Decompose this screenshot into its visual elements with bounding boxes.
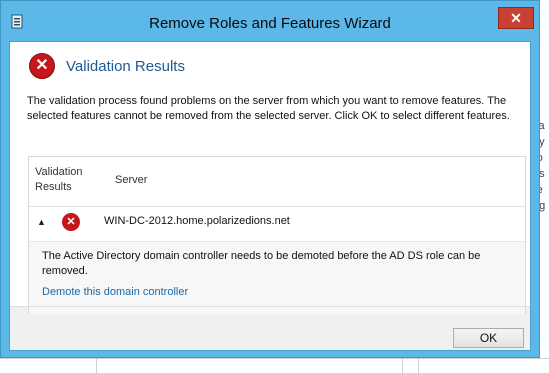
column-header-server[interactable]: Server <box>115 173 147 188</box>
validation-results-table: Validation Results Server ▲ ✕ WIN-DC-201… <box>28 156 526 314</box>
chevron-up-icon[interactable]: ▲ <box>37 217 46 227</box>
close-button[interactable]: ✕ <box>498 7 534 29</box>
ok-button[interactable]: OK <box>453 328 524 348</box>
background-window-bottom <box>0 358 549 373</box>
window-title: Remove Roles and Features Wizard <box>149 15 391 32</box>
close-icon: ✕ <box>510 10 522 26</box>
background-column-divider <box>402 359 403 373</box>
result-detail-panel: The Active Directory domain controller n… <box>29 241 525 314</box>
demote-domain-controller-link[interactable]: Demote this domain controller <box>42 286 188 298</box>
wizard-dialog: Remove Roles and Features Wizard ✕ ✕ Val… <box>0 0 540 358</box>
error-icon: ✕ <box>29 53 55 79</box>
page-title: Validation Results <box>66 58 185 75</box>
server-name: WIN-DC-2012.home.polarizedions.net <box>104 215 290 227</box>
background-column-divider <box>96 359 97 373</box>
title-bar[interactable]: Remove Roles and Features Wizard ✕ <box>1 1 539 41</box>
validation-description: The validation process found problems on… <box>27 95 510 122</box>
result-detail-text: The Active Directory domain controller n… <box>42 250 481 277</box>
header-separator <box>29 206 525 207</box>
background-column-divider <box>418 359 419 373</box>
dialog-client-area: ✕ Validation Results The validation proc… <box>9 41 531 351</box>
content-panel: The validation process found problems on… <box>10 82 530 314</box>
column-header-validation-results[interactable]: Validation Results <box>35 165 95 195</box>
page-header: ✕ Validation Results <box>10 42 530 82</box>
footer-divider <box>10 306 530 307</box>
error-icon: ✕ <box>62 213 80 231</box>
